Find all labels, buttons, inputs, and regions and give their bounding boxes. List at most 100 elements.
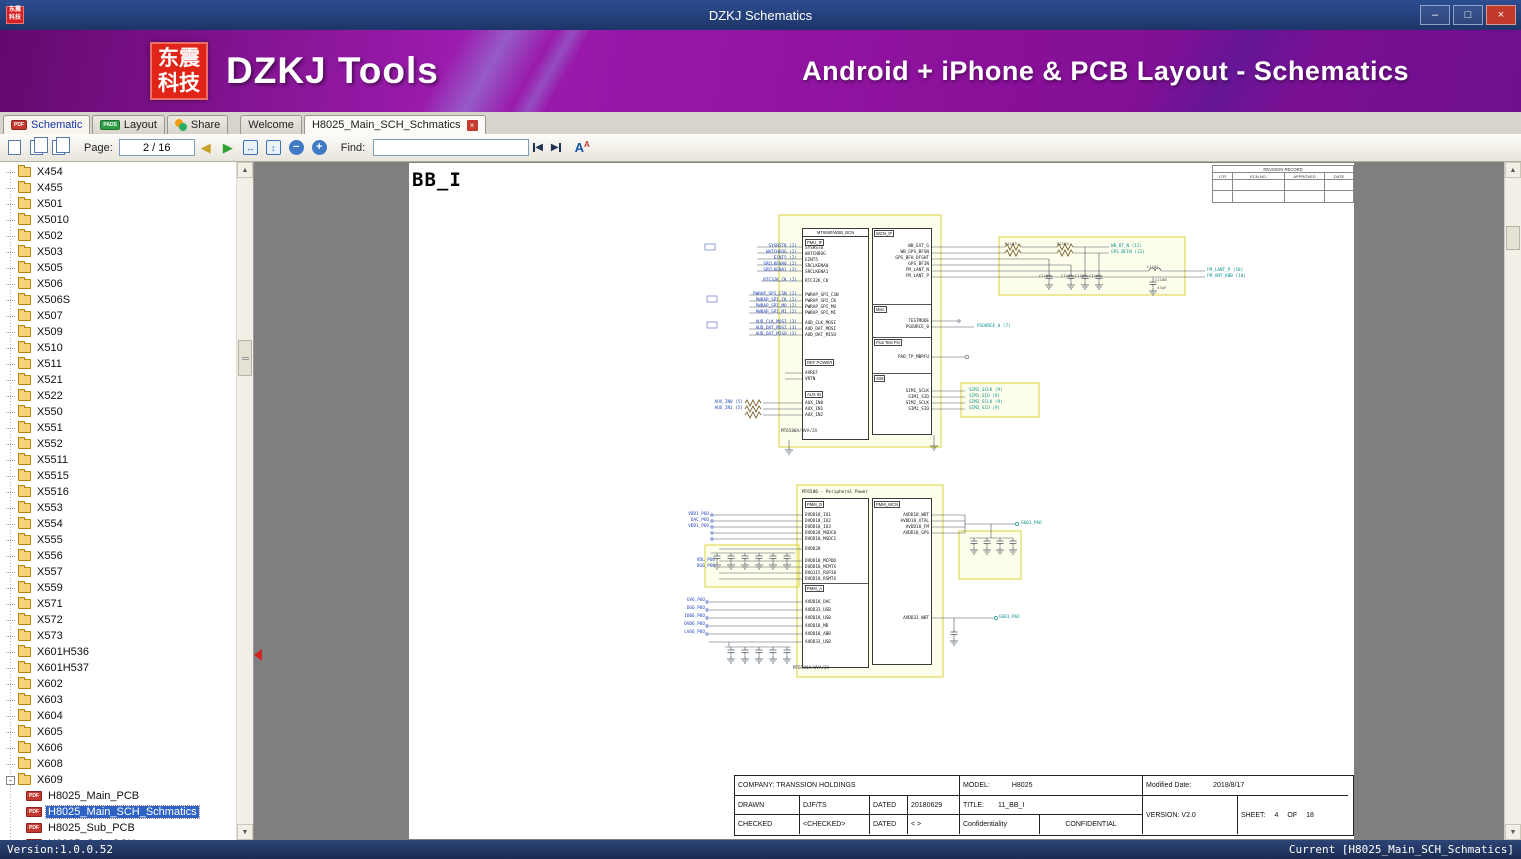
tree-folder-x507[interactable]: X507 <box>0 308 236 324</box>
find-next-icon[interactable]: ▶ <box>551 142 561 153</box>
net-labels-rtc: RTC32K_CK (2) <box>723 278 797 284</box>
revision-table-row <box>1213 180 1353 191</box>
tab-schematic[interactable]: PDF Schematic <box>3 115 91 134</box>
tree-folder-x609[interactable]: - X609 <box>0 772 236 788</box>
tree-folder-x601h536[interactable]: X601H536 <box>0 644 236 660</box>
tree-folder-x454[interactable]: X454 <box>0 164 236 180</box>
tree-document-h8025_sub_pcb[interactable]: PDF H8025_Sub_PCB <box>0 820 236 836</box>
sidebar-scrollbar-thumb[interactable] <box>238 340 252 376</box>
tree-folder-x506s[interactable]: X506S <box>0 292 236 308</box>
viewer-scroll-up-icon[interactable]: ▲ <box>1505 162 1521 178</box>
tree-folder-x555[interactable]: X555 <box>0 532 236 548</box>
tree-document-h8025_main_pcb[interactable]: PDF H8025_Main_PCB <box>0 788 236 804</box>
component-ref: L1101 <box>1147 264 1159 269</box>
section-pmm-a: PMM_A <box>805 585 824 592</box>
net-labels-rf: WB_BT_N (12) GPS_BFIN (12) <box>1111 244 1145 256</box>
tree-connector-line <box>6 507 15 509</box>
maximize-button[interactable]: □ <box>1453 5 1483 25</box>
revision-table-title: REVISION RECORD <box>1213 166 1353 173</box>
tree-folder-x603[interactable]: X603 <box>0 692 236 708</box>
folder-icon <box>18 741 31 753</box>
tree-connector-line <box>6 539 15 541</box>
pin-label: SRCLKENA1 <box>805 270 829 275</box>
minimize-button[interactable]: – <box>1420 5 1450 25</box>
tree-folder-x502[interactable]: X502 <box>0 228 236 244</box>
zoom-out-icon[interactable]: − <box>288 140 304 155</box>
sidebar-scrollbar[interactable]: ▲ ▼ <box>236 162 253 840</box>
collapse-icon[interactable]: - <box>6 775 15 785</box>
close-tab-icon[interactable]: × <box>466 119 478 131</box>
viewer-scrollbar-thumb[interactable] <box>1506 226 1520 250</box>
tree-folder-x572[interactable]: X572 <box>0 612 236 628</box>
tree-folder-x506[interactable]: X506 <box>0 276 236 292</box>
tree-folder-x5010[interactable]: X5010 <box>0 212 236 228</box>
tab-layout[interactable]: PADS Layout <box>92 115 165 134</box>
tree-folder-x510[interactable]: X510 <box>0 340 236 356</box>
previous-page-icon[interactable]: ◀ <box>201 140 211 156</box>
zoom-in-icon[interactable]: + <box>311 140 327 155</box>
fit-page-icon[interactable]: ↕ <box>265 140 281 155</box>
facing-pages-icon[interactable] <box>30 137 48 155</box>
find-previous-icon[interactable]: ◀ <box>533 142 543 153</box>
tree-folder-x521[interactable]: X521 <box>0 372 236 388</box>
tree-folder-x573[interactable]: X573 <box>0 628 236 644</box>
tree-folder-x602[interactable]: X602 <box>0 676 236 692</box>
tree-folder-x608[interactable]: X608 <box>0 756 236 772</box>
scroll-up-icon[interactable]: ▲ <box>237 162 253 178</box>
tree-folder-x5515[interactable]: X5515 <box>0 468 236 484</box>
tree-folder-x571[interactable]: X571 <box>0 596 236 612</box>
continuous-pages-icon[interactable] <box>52 137 70 155</box>
pin-label: AVDD33_USB <box>805 608 831 613</box>
next-page-icon[interactable]: ▶ <box>223 140 233 156</box>
tree-folder-x604[interactable]: X604 <box>0 708 236 724</box>
fit-width-icon[interactable]: ↔ <box>242 140 258 155</box>
sidebar-collapse-arrow[interactable] <box>254 649 262 661</box>
tree-folder-x553[interactable]: X553 <box>0 500 236 516</box>
tree-folder-x511[interactable]: X511 <box>0 356 236 372</box>
tree-connector-line <box>6 283 15 285</box>
single-page-icon[interactable] <box>8 140 21 155</box>
folder-icon <box>18 709 31 721</box>
find-input[interactable] <box>373 139 530 156</box>
tab-share[interactable]: Share <box>166 115 229 134</box>
page-number-input[interactable] <box>118 139 195 156</box>
tree-document-h8025_sub_sch[interactable]: PDF H8025_Sub_SCH <box>0 836 236 840</box>
folder-label: X553 <box>37 502 63 514</box>
font-size-icon[interactable]: AA <box>575 140 590 155</box>
viewer-scroll-down-icon[interactable]: ▼ <box>1505 824 1521 840</box>
tree-folder-x556[interactable]: X556 <box>0 548 236 564</box>
tab-document-label: H8025_Main_SCH_Schmatics <box>311 119 461 131</box>
tab-welcome[interactable]: Welcome <box>240 115 302 134</box>
tree-folder-x551[interactable]: X551 <box>0 420 236 436</box>
tree-folder-x559[interactable]: X559 <box>0 580 236 596</box>
tree-folder-x554[interactable]: X554 <box>0 516 236 532</box>
tree-folder-x503[interactable]: X503 <box>0 244 236 260</box>
tree-folder-x505[interactable]: X505 <box>0 260 236 276</box>
banner: 东震 科技 DZKJ Tools Android + iPhone & PCB … <box>0 30 1521 112</box>
block2-header: MT6580 - Peripheral Power <box>802 490 869 495</box>
tree-folder-x509[interactable]: X509 <box>0 324 236 340</box>
tree-folder-x601h537[interactable]: X601H537 <box>0 660 236 676</box>
tree-document-h8025_main_sch_schmatics[interactable]: PDF H8025_Main_SCH_Schmatics <box>0 804 236 820</box>
tree-connector-line <box>6 187 15 189</box>
tree-folder-x605[interactable]: X605 <box>0 724 236 740</box>
tree-folder-x455[interactable]: X455 <box>0 180 236 196</box>
tree-folder-x501[interactable]: X501 <box>0 196 236 212</box>
tree-folder-x606[interactable]: X606 <box>0 740 236 756</box>
tree-folder-x522[interactable]: X522 <box>0 388 236 404</box>
tree-folder-x5516[interactable]: X5516 <box>0 484 236 500</box>
folder-label: X5511 <box>37 454 68 466</box>
app-title: DZKJ Tools <box>226 50 439 91</box>
tree-folder-x552[interactable]: X552 <box>0 436 236 452</box>
pin-label: AVDD18_USB <box>805 616 831 621</box>
tree-folder-x557[interactable]: X557 <box>0 564 236 580</box>
tree-folder-x5511[interactable]: X5511 <box>0 452 236 468</box>
app-icon: 东震 科技 <box>6 6 24 24</box>
viewer-scrollbar[interactable]: ▲ ▼ <box>1504 162 1521 840</box>
folder-label: X571 <box>37 598 63 610</box>
close-button[interactable]: × <box>1486 5 1516 25</box>
folder-icon <box>18 757 31 769</box>
scroll-down-icon[interactable]: ▼ <box>237 824 253 840</box>
tree-folder-x550[interactable]: X550 <box>0 404 236 420</box>
tab-document-h8025-main-sch[interactable]: H8025_Main_SCH_Schmatics × <box>303 115 486 134</box>
